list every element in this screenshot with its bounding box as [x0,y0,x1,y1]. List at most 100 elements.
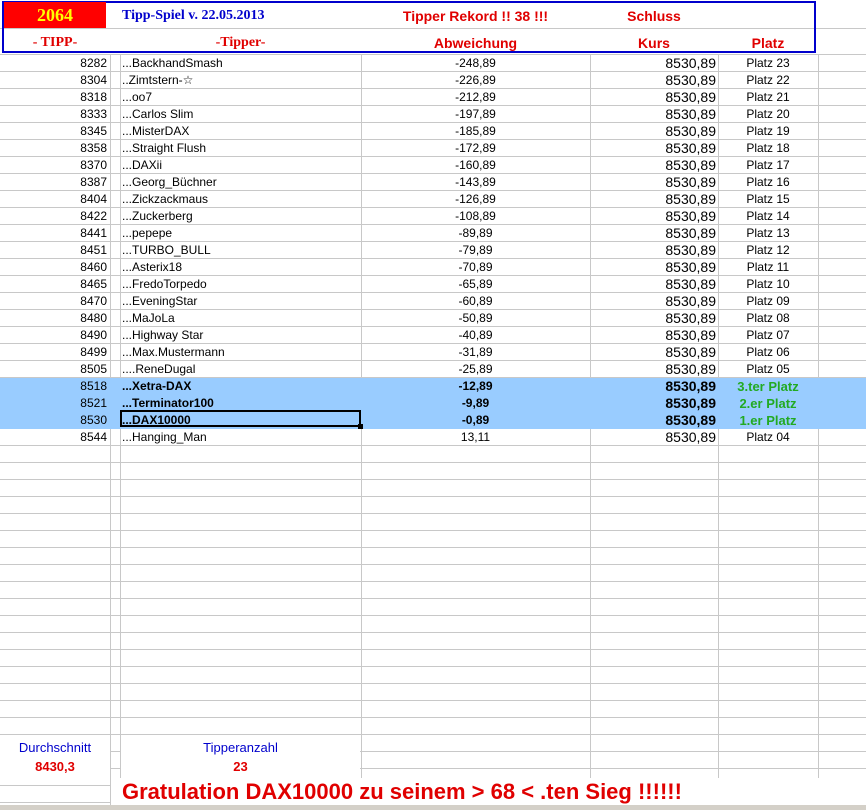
kurs-cell[interactable]: 8530,89 [590,191,716,208]
abweichung-cell[interactable]: -108,89 [361,208,590,225]
tipper-cell[interactable]: ...oo7 [122,89,152,106]
tipper-cell[interactable]: ...Hanging_Man [122,429,207,446]
platz-cell[interactable]: Platz 22 [718,72,818,89]
durchschnitt-value[interactable]: 8430,3 [0,759,110,774]
abweichung-cell[interactable]: -31,89 [361,344,590,361]
platz-cell[interactable]: Platz 23 [718,55,818,72]
platz-cell[interactable]: Platz 21 [718,89,818,106]
tipper-cell[interactable]: ...FredoTorpedo [122,276,207,293]
abweichung-cell[interactable]: -25,89 [361,361,590,378]
tipp-count-cell[interactable]: 2064 [4,2,106,28]
tipp-cell[interactable]: 8345 [0,123,107,140]
platz-cell[interactable]: Platz 13 [718,225,818,242]
tipp-cell[interactable]: 8370 [0,157,107,174]
platz-cell[interactable]: Platz 15 [718,191,818,208]
abweichung-cell[interactable]: -185,89 [361,123,590,140]
kurs-cell[interactable]: 8530,89 [590,55,716,72]
tipper-cell[interactable]: ...EveningStar [122,293,197,310]
kurs-cell[interactable]: 8530,89 [590,72,716,89]
abweichung-cell[interactable]: -160,89 [361,157,590,174]
tipp-cell[interactable]: 8465 [0,276,107,293]
tipp-cell[interactable]: 8505 [0,361,107,378]
tipp-cell[interactable]: 8470 [0,293,107,310]
tipp-cell[interactable]: 8404 [0,191,107,208]
platz-cell[interactable]: Platz 16 [718,174,818,191]
sheet-title[interactable]: Tipp-Spiel v. 22.05.2013 [122,8,265,24]
platz-cell[interactable]: Platz 19 [718,123,818,140]
tipp-cell[interactable]: 8451 [0,242,107,259]
kurs-cell[interactable]: 8530,89 [590,412,716,429]
tipperanzahl-value[interactable]: 23 [120,759,361,774]
tipper-cell[interactable]: ...DAXii [122,157,162,174]
abweichung-cell[interactable]: -212,89 [361,89,590,106]
tipper-cell[interactable]: ...Georg_Büchner [122,174,217,191]
kurs-cell[interactable]: 8530,89 [590,157,716,174]
sheet-tabs-bar[interactable] [0,805,866,810]
schluss-label[interactable]: Schluss [590,8,718,24]
tipper-cell[interactable]: ...pepepe [122,225,172,242]
kurs-cell[interactable]: 8530,89 [590,276,716,293]
durchschnitt-label[interactable]: Durchschnitt [0,740,110,755]
abweichung-cell[interactable]: -226,89 [361,72,590,89]
abweichung-cell[interactable]: -50,89 [361,310,590,327]
kurs-cell[interactable]: 8530,89 [590,259,716,276]
abweichung-cell[interactable]: -172,89 [361,140,590,157]
abweichung-cell[interactable]: -89,89 [361,225,590,242]
col-header-abweichung[interactable]: Abweichung [361,35,590,51]
tipper-cell[interactable]: ...Carlos Slim [122,106,193,123]
tipp-cell[interactable]: 8282 [0,55,107,72]
tipp-cell[interactable]: 8544 [0,429,107,446]
platz-cell[interactable]: Platz 10 [718,276,818,293]
kurs-cell[interactable]: 8530,89 [590,174,716,191]
tipperanzahl-label[interactable]: Tipperanzahl [120,740,361,755]
kurs-cell[interactable]: 8530,89 [590,106,716,123]
tipp-cell[interactable]: 8387 [0,174,107,191]
tipp-cell[interactable]: 8460 [0,259,107,276]
abweichung-cell[interactable]: -248,89 [361,55,590,72]
tipp-cell[interactable]: 8499 [0,344,107,361]
col-header-tipp[interactable]: - TIPP- [0,35,110,51]
tipper-cell[interactable]: ....ReneDugal [122,361,195,378]
tipp-cell[interactable]: 8318 [0,89,107,106]
tipper-cell[interactable]: ...MaJoLa [122,310,175,327]
kurs-cell[interactable]: 8530,89 [590,344,716,361]
tipp-cell[interactable]: 8530 [0,412,107,429]
platz-cell[interactable]: Platz 14 [718,208,818,225]
kurs-cell[interactable]: 8530,89 [590,242,716,259]
kurs-cell[interactable]: 8530,89 [590,361,716,378]
platz-cell[interactable]: 1.er Platz [718,412,818,429]
tipper-cell[interactable]: ...Xetra-DAX [122,378,191,395]
platz-cell[interactable]: Platz 06 [718,344,818,361]
platz-cell[interactable]: 3.ter Platz [718,378,818,395]
abweichung-cell[interactable]: -70,89 [361,259,590,276]
abweichung-cell[interactable]: 13,11 [361,429,590,446]
kurs-cell[interactable]: 8530,89 [590,429,716,446]
kurs-cell[interactable]: 8530,89 [590,310,716,327]
platz-cell[interactable]: Platz 04 [718,429,818,446]
platz-cell[interactable]: 2.er Platz [718,395,818,412]
tipper-cell[interactable]: ...MisterDAX [122,123,189,140]
platz-cell[interactable]: Platz 18 [718,140,818,157]
kurs-cell[interactable]: 8530,89 [590,378,716,395]
tipp-cell[interactable]: 8304 [0,72,107,89]
abweichung-cell[interactable]: -60,89 [361,293,590,310]
platz-cell[interactable]: Platz 09 [718,293,818,310]
tipp-cell[interactable]: 8358 [0,140,107,157]
abweichung-cell[interactable]: -12,89 [361,378,590,395]
kurs-cell[interactable]: 8530,89 [590,89,716,106]
abweichung-cell[interactable]: -9,89 [361,395,590,412]
tipper-cell[interactable]: ...Max.Mustermann [122,344,225,361]
platz-cell[interactable]: Platz 17 [718,157,818,174]
abweichung-cell[interactable]: -126,89 [361,191,590,208]
tipper-cell[interactable]: ...Highway Star [122,327,203,344]
selected-cell[interactable] [120,410,363,429]
tipp-cell[interactable]: 8480 [0,310,107,327]
tipp-cell[interactable]: 8422 [0,208,107,225]
tipper-cell[interactable]: ...Zuckerberg [122,208,193,225]
kurs-cell[interactable]: 8530,89 [590,395,716,412]
tipper-cell[interactable]: ..Zimtstern-☆ [122,72,193,89]
col-header-kurs[interactable]: Kurs [590,35,718,51]
abweichung-cell[interactable]: -143,89 [361,174,590,191]
tipp-cell[interactable]: 8521 [0,395,107,412]
kurs-cell[interactable]: 8530,89 [590,123,716,140]
